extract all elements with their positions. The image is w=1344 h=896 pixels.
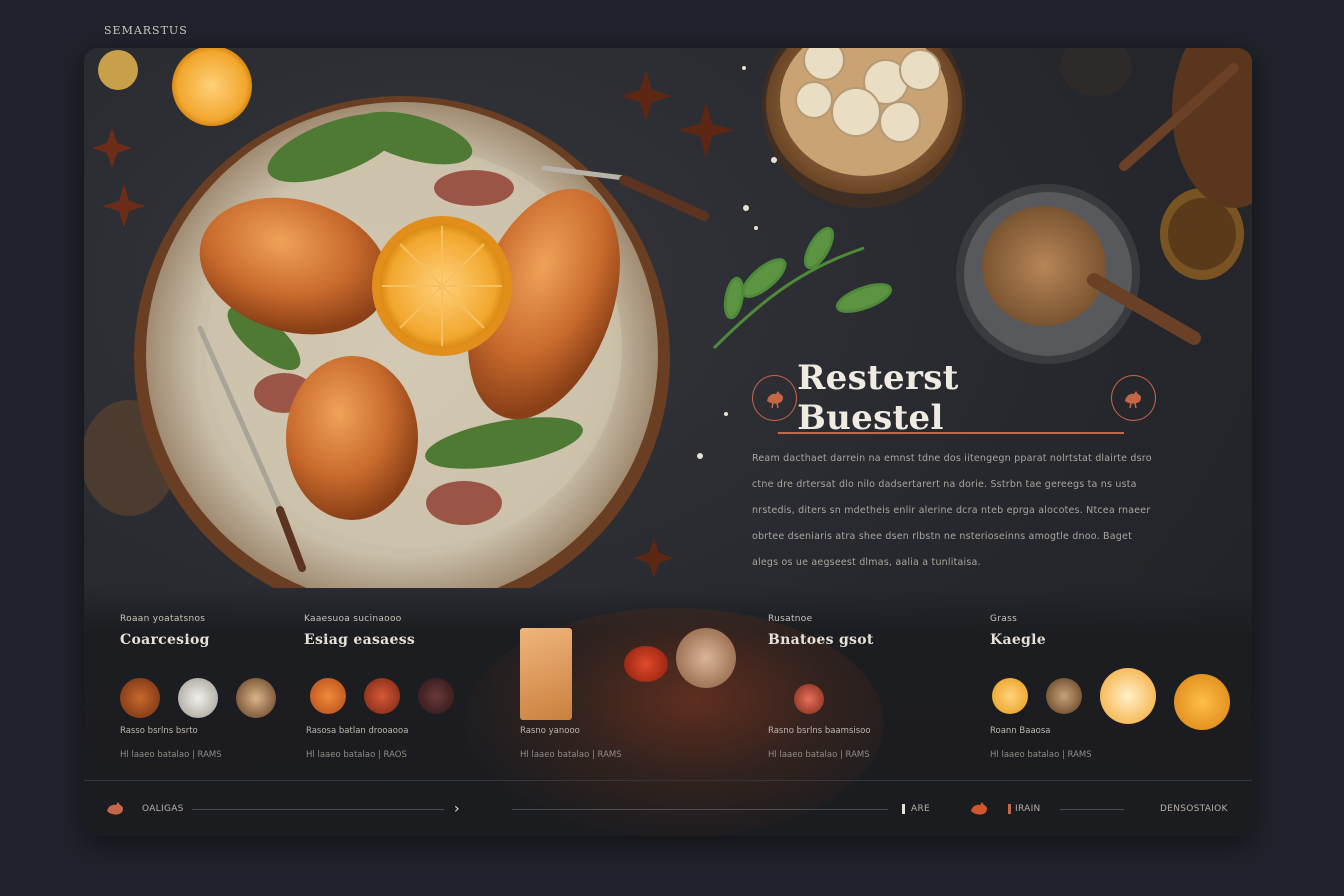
section-heading: Bnatoes gsot xyxy=(768,632,874,648)
section-meta: Rasosa batlan drooaooa xyxy=(306,726,409,736)
section-heading: Coarcesiog xyxy=(120,632,210,648)
food-thumbnail[interactable] xyxy=(1046,678,1082,714)
food-thumbnail[interactable] xyxy=(794,684,824,714)
section-meta-secondary: Hl laaeo batalao | RAOS xyxy=(306,750,407,760)
hero-description: Ream dacthaet darrein na emnst tdne dos … xyxy=(752,453,1152,568)
footer-far-label[interactable]: DENSOSTAIOK xyxy=(1160,781,1228,836)
food-thumbnail[interactable] xyxy=(236,678,276,718)
section-meta: Rasno yanooo xyxy=(520,726,580,736)
main-card: Resterst Buestel Ream dacthaet darrein n… xyxy=(84,48,1252,836)
footer-divider xyxy=(512,809,888,810)
food-thumbnail[interactable] xyxy=(676,628,736,688)
footer-left[interactable]: OALIGAS xyxy=(104,781,184,836)
marker-icon xyxy=(902,804,905,814)
section-heading: Esiag easaess xyxy=(304,632,416,648)
chevron-right-icon[interactable]: › xyxy=(454,781,460,836)
section-5[interactable]: Grass Kaegle xyxy=(990,614,1170,648)
section-2-thumbnails xyxy=(310,678,454,714)
food-thumbnail[interactable] xyxy=(1100,668,1156,724)
footer-left-label: OALIGAS xyxy=(142,804,184,814)
section-kicker: Roaan yoatatsnos xyxy=(120,614,206,624)
section-1-thumbnails xyxy=(120,678,276,718)
section-meta: Rasno bsrlns baamsisoo xyxy=(768,726,871,736)
section-heading: Kaegle xyxy=(990,632,1046,648)
footer-mid-label: ARE xyxy=(911,804,930,814)
food-thumbnail-square[interactable] xyxy=(520,628,572,720)
badge-left xyxy=(752,375,798,421)
footer-divider xyxy=(192,809,444,810)
section-meta-secondary: Hl laaeo batalao | RAMS xyxy=(990,750,1092,760)
rooster-icon xyxy=(971,802,988,815)
rooster-icon xyxy=(1125,391,1142,409)
footer-mid[interactable]: ARE xyxy=(902,781,930,836)
title-divider xyxy=(778,432,1124,434)
section-meta: Roann Baaosa xyxy=(990,726,1051,736)
hero-title: Resterst Buestel xyxy=(797,358,959,438)
food-thumbnail[interactable] xyxy=(1174,674,1230,730)
section-5-thumbnails xyxy=(992,668,1230,730)
food-thumbnail[interactable] xyxy=(178,678,218,718)
food-thumbnail[interactable] xyxy=(310,678,346,714)
section-meta-secondary: Hl laaeo batalao | RAMS xyxy=(520,750,622,760)
section-2[interactable]: Kaaesuoa sucinaooo Esiag easaess xyxy=(304,614,484,648)
badge-right xyxy=(1110,375,1156,421)
section-4[interactable]: Rusatnoe Bnatoes gsot xyxy=(768,614,948,648)
food-thumbnail[interactable] xyxy=(418,678,454,714)
footer-right-label: IRAIN xyxy=(1015,804,1041,814)
section-meta-secondary: Hl laaeo batalao | RAMS xyxy=(768,750,870,760)
rooster-icon xyxy=(107,802,124,815)
brand-logo-text[interactable]: SEMARSTUS xyxy=(104,24,188,37)
section-meta-secondary: Hl laaeo batalao | RAMS xyxy=(120,750,222,760)
footer-right[interactable]: IRAIN xyxy=(968,781,1041,836)
section-kicker: Grass xyxy=(990,614,1018,624)
section-meta: Rasso bsrlns bsrto xyxy=(120,726,198,736)
food-thumbnail[interactable] xyxy=(120,678,160,718)
food-thumbnail[interactable] xyxy=(992,678,1028,714)
section-kicker: Kaaesuoa sucinaooo xyxy=(304,614,402,624)
food-thumbnail[interactable] xyxy=(364,678,400,714)
footer-divider xyxy=(1060,809,1124,810)
food-thumbnail[interactable] xyxy=(624,646,668,682)
section-1[interactable]: Roaan yoatatsnos Coarcesiog xyxy=(120,614,300,648)
section-kicker: Rusatnoe xyxy=(768,614,813,624)
footer-bar: OALIGAS › ARE IRAIN DENSOSTAIOK xyxy=(84,780,1252,836)
hero-title-row: Resterst Buestel xyxy=(752,358,1156,438)
rooster-icon xyxy=(766,391,783,409)
marker-icon xyxy=(1008,804,1011,814)
